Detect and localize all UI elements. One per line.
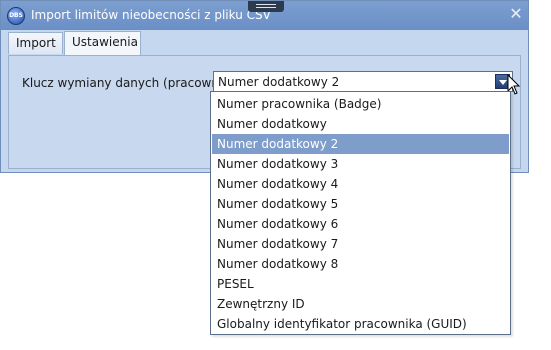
dropdown-option-selected[interactable]: Numer dodatkowy 2 [212,134,509,154]
close-icon[interactable]: ✕ [507,5,525,23]
exchange-key-label: Klucz wymiany danych (pracownik): [22,76,238,90]
dropdown-option[interactable]: Zewnętrzny ID [212,294,509,314]
dropdown-option[interactable]: Numer dodatkowy 5 [212,194,509,214]
tab-import[interactable]: Import [8,32,63,54]
dropdown-option[interactable]: Numer pracownika (Badge) [212,94,509,114]
dropdown-option[interactable]: Globalny identyfikator pracownika (GUID) [212,314,509,334]
dropdown-option[interactable]: Numer dodatkowy [212,114,509,134]
exchange-key-select[interactable]: Numer dodatkowy 2 [213,71,513,92]
dropdown-option[interactable]: PESEL [212,274,509,294]
dropdown-option[interactable]: Numer dodatkowy 7 [212,234,509,254]
select-current-value: Numer dodatkowy 2 [218,75,340,89]
dropdown-option[interactable]: Numer dodatkowy 8 [212,254,509,274]
drag-handle-icon[interactable] [248,1,284,12]
app-logo-icon: DBS [7,7,25,25]
title-bar[interactable]: DBS Import limitów nieobecności z pliku … [1,1,528,30]
tab-settings[interactable]: Ustawienia [64,31,141,55]
dropdown-option[interactable]: Numer dodatkowy 6 [212,214,509,234]
dropdown-option[interactable]: Numer dodatkowy 3 [212,154,509,174]
window-title: Import limitów nieobecności z pliku CSV [31,8,271,22]
dropdown-option[interactable]: Numer dodatkowy 4 [212,174,509,194]
exchange-key-dropdown-list[interactable]: Numer pracownika (Badge) Numer dodatkowy… [210,91,511,335]
